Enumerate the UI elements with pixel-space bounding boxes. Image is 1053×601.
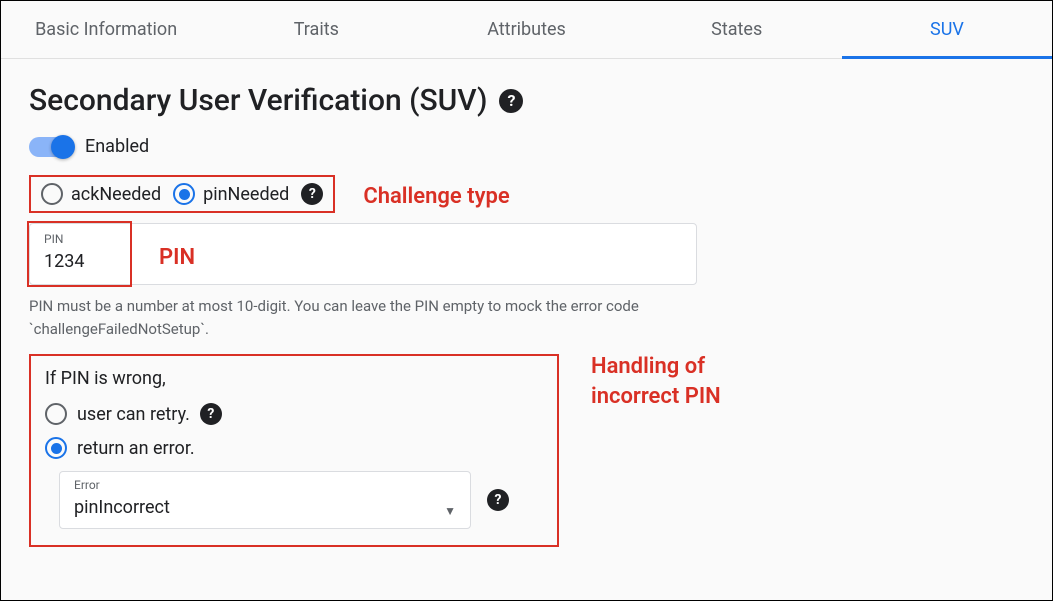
tab-traits[interactable]: Traits bbox=[211, 1, 421, 58]
app-frame: Basic Information Traits Attributes Stat… bbox=[0, 0, 1053, 601]
radio-ackneeded-label: ackNeeded bbox=[71, 184, 161, 205]
radio-pinneeded-label: pinNeeded bbox=[203, 184, 289, 205]
pin-value: 1234 bbox=[44, 251, 84, 272]
page-title-row: Secondary User Verification (SUV) ? bbox=[29, 83, 1024, 118]
error-select-label: Error bbox=[74, 478, 100, 492]
pin-input[interactable]: PIN 1234 bbox=[29, 223, 697, 285]
toggle-knob bbox=[51, 135, 75, 159]
content-area: Secondary User Verification (SUV) ? Enab… bbox=[1, 59, 1052, 571]
help-icon[interactable]: ? bbox=[301, 183, 323, 205]
help-icon[interactable]: ? bbox=[499, 89, 523, 113]
challenge-type-row: ackNeeded pinNeeded ? Challenge type bbox=[29, 175, 1024, 217]
tab-basic-information[interactable]: Basic Information bbox=[1, 1, 211, 58]
radio-ackneeded-row[interactable]: ackNeeded bbox=[41, 183, 161, 205]
pin-annotation: PIN bbox=[159, 245, 195, 270]
tab-states[interactable]: States bbox=[632, 1, 842, 58]
radio-pinneeded[interactable] bbox=[173, 183, 195, 205]
chevron-down-icon: ▼ bbox=[444, 504, 456, 518]
radio-pinneeded-row[interactable]: pinNeeded bbox=[173, 183, 289, 205]
pin-hint-text: PIN must be a number at most 10-digit. Y… bbox=[29, 295, 699, 340]
handling-annotation: Handling ofincorrect PIN bbox=[591, 352, 721, 411]
tab-suv[interactable]: SUV bbox=[842, 1, 1052, 58]
pin-field-label: PIN bbox=[44, 232, 63, 246]
enabled-toggle-row: Enabled bbox=[29, 136, 1024, 157]
pin-row: PIN 1234 PIN bbox=[29, 223, 1024, 285]
handling-row: If PIN is wrong, user can retry. ? retur… bbox=[29, 340, 1024, 547]
error-select[interactable]: Error pinIncorrect ▼ bbox=[59, 471, 471, 529]
error-select-row: Error pinIncorrect ▼ ? bbox=[59, 471, 543, 529]
pin-field-wrap: PIN 1234 PIN bbox=[29, 223, 697, 285]
handling-prompt: If PIN is wrong, bbox=[45, 368, 543, 389]
challenge-type-group: ackNeeded pinNeeded ? bbox=[29, 175, 335, 213]
wrong-pin-handling-group: If PIN is wrong, user can retry. ? retur… bbox=[29, 354, 559, 547]
radio-ackneeded[interactable] bbox=[41, 183, 63, 205]
radio-user-can-retry[interactable] bbox=[45, 403, 67, 425]
radio-retry-label: user can retry. bbox=[77, 404, 190, 425]
enabled-label: Enabled bbox=[85, 136, 149, 157]
tab-bar: Basic Information Traits Attributes Stat… bbox=[1, 1, 1052, 59]
challenge-annotation: Challenge type bbox=[363, 184, 509, 209]
radio-retry-row[interactable]: user can retry. ? bbox=[45, 403, 543, 425]
radio-return-error-label: return an error. bbox=[77, 438, 195, 459]
radio-return-error-row[interactable]: return an error. bbox=[45, 437, 543, 459]
page-title: Secondary User Verification (SUV) bbox=[29, 83, 487, 118]
tab-attributes[interactable]: Attributes bbox=[421, 1, 631, 58]
error-select-value: pinIncorrect bbox=[74, 497, 170, 518]
radio-return-error[interactable] bbox=[45, 437, 67, 459]
enabled-toggle[interactable] bbox=[29, 137, 73, 157]
help-icon[interactable]: ? bbox=[200, 403, 222, 425]
help-icon[interactable]: ? bbox=[487, 489, 509, 511]
